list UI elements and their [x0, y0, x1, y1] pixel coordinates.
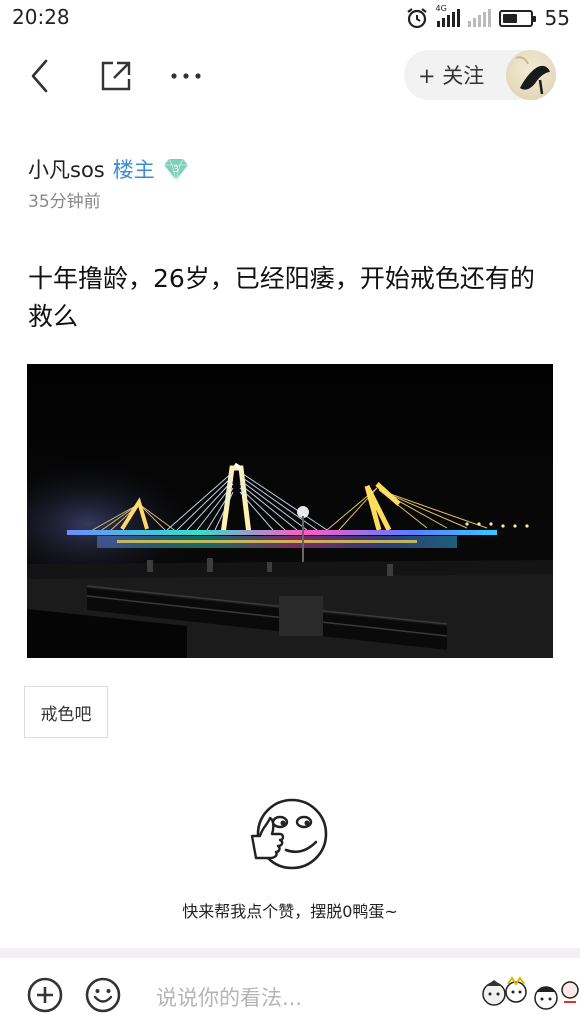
post-title: 十年撸龄，26岁，已经阳痿，开始戒色还有的救么 [28, 264, 535, 331]
nav-bar: + 关注 [0, 44, 580, 108]
post-image[interactable] [27, 364, 553, 658]
battery-icon [498, 9, 536, 27]
level-badge: 3 [163, 157, 189, 182]
add-button[interactable] [26, 976, 64, 1014]
back-button[interactable] [18, 54, 62, 98]
network-type-label: 4G [435, 4, 447, 13]
battery-fill [502, 13, 517, 23]
author-line: 小凡sos 楼主 3 [28, 154, 189, 184]
status-icons: 4G 55 [405, 4, 570, 31]
battery-percent: 55 [544, 6, 570, 30]
share-icon [101, 61, 131, 91]
follow-label: + 关注 [418, 64, 485, 88]
comment-input[interactable]: 说说你的看法... [156, 982, 302, 1012]
plus-circle-icon [27, 977, 63, 1013]
sticker-preview[interactable] [480, 972, 580, 1018]
diamond-icon: 3 [163, 158, 188, 182]
share-button[interactable] [94, 54, 138, 98]
separator [0, 948, 580, 958]
forum-tag-button[interactable]: 戒色吧 [24, 686, 108, 738]
smiley-icon [85, 977, 121, 1013]
more-button[interactable] [164, 54, 208, 98]
follow-button[interactable]: + 关注 [404, 50, 556, 100]
author-avatar[interactable] [506, 50, 556, 100]
post-time: 35分钟前 [28, 192, 101, 212]
signal-weak-icon [467, 9, 491, 27]
thumbs-up-face-icon[interactable] [246, 796, 332, 872]
author-name[interactable]: 小凡sos [28, 154, 105, 184]
more-dots-icon [171, 73, 201, 79]
bottom-bar: 说说你的看法... [0, 958, 580, 1031]
author-role-label: 楼主 [112, 158, 155, 182]
like-prompt: 快来帮我点个赞，摆脱0鸭蛋~ [182, 902, 398, 921]
alarm-icon [406, 8, 427, 29]
bridge-night-photo [27, 364, 553, 658]
emoji-button[interactable] [84, 976, 122, 1014]
status-bar: 20:28 4G 55 [0, 0, 580, 36]
status-time: 20:28 [12, 5, 70, 29]
level-number: 3 [173, 165, 179, 175]
signal-4g-icon: 4G [436, 4, 460, 27]
sticker-faces-icon [482, 976, 579, 1010]
avatar-image [515, 56, 550, 95]
chevron-left-icon [31, 59, 48, 93]
